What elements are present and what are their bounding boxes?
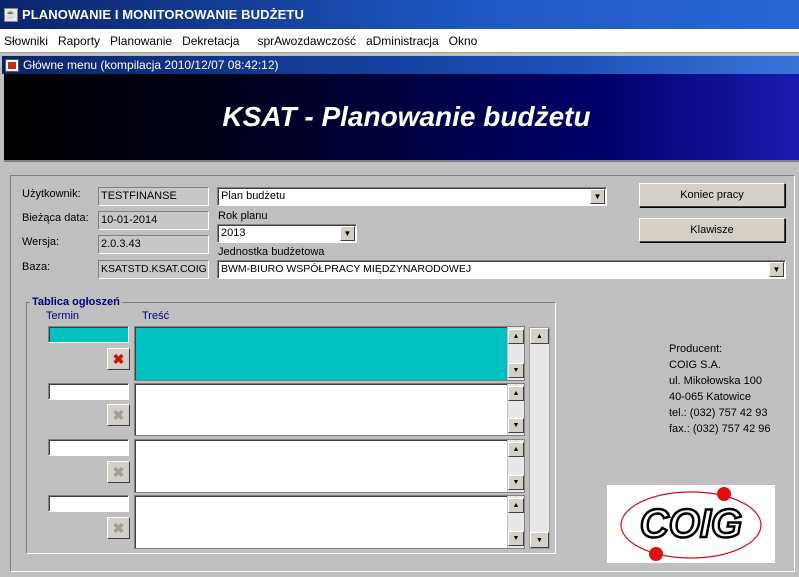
banner: KSAT - Planowanie budżetu bbox=[4, 74, 799, 160]
arrow-down-icon[interactable]: ▼ bbox=[508, 475, 524, 490]
delete-x-icon[interactable]: ✖ bbox=[107, 461, 130, 483]
banner-title: KSAT - Planowanie budżetu bbox=[222, 101, 591, 132]
notice-term-field[interactable] bbox=[48, 383, 129, 400]
notice-content-field[interactable]: ▲ ▼ bbox=[134, 439, 525, 493]
user-label: Użytkownik: bbox=[22, 188, 81, 200]
exit-button[interactable]: Koniec pracy bbox=[639, 183, 785, 207]
row-scrollbar[interactable]: ▲ ▼ bbox=[507, 327, 524, 380]
java-cup-icon: ☕ bbox=[4, 7, 18, 22]
notice-term-field[interactable] bbox=[48, 439, 129, 456]
delete-x-icon[interactable]: ✖ bbox=[107, 348, 130, 370]
chevron-down-icon[interactable]: ▼ bbox=[590, 189, 605, 204]
row-scrollbar[interactable]: ▲ ▼ bbox=[507, 440, 524, 492]
delete-x-icon[interactable]: ✖ bbox=[107, 404, 130, 426]
keys-button[interactable]: Klawisze bbox=[639, 218, 785, 242]
column-header-content: Treść bbox=[142, 310, 170, 322]
column-header-term: Termin bbox=[46, 310, 80, 322]
menu-slowniki[interactable]: Słowniki bbox=[4, 34, 48, 48]
database-label: Baza: bbox=[22, 261, 51, 273]
producer-line: 40-065 Katowice bbox=[669, 391, 751, 403]
producer-line: ul. Mikołowska 100 bbox=[669, 375, 762, 387]
arrow-down-icon[interactable]: ▼ bbox=[530, 532, 549, 548]
producer-line: COIG S.A. bbox=[669, 359, 721, 371]
chevron-down-icon[interactable]: ▼ bbox=[769, 262, 784, 277]
budget-unit-select[interactable]: BWM-BIURO WSPÓŁPRACY MIĘDZYNARODOWEJ ▼ bbox=[217, 260, 786, 279]
row-scrollbar[interactable]: ▲ ▼ bbox=[507, 384, 524, 435]
arrow-up-icon[interactable]: ▲ bbox=[508, 329, 524, 344]
menu-bar: Słowniki Raporty Planowanie Dekretacja s… bbox=[0, 29, 799, 53]
menu-okno[interactable]: Okno bbox=[449, 34, 478, 48]
window-title: PLANOWANIE I MONITOROWANIE BUDŻETU bbox=[22, 7, 304, 22]
producer-info: Producent: COIG S.A. ul. Mikołowska 100 … bbox=[669, 341, 771, 437]
menu-sprawozdawczosc[interactable]: sprAwozdawczość bbox=[257, 34, 355, 48]
arrow-down-icon[interactable]: ▼ bbox=[508, 418, 524, 433]
arrow-down-icon[interactable]: ▼ bbox=[508, 363, 524, 378]
user-field: TESTFINANSE bbox=[98, 187, 209, 206]
version-field: 2.0.3.43 bbox=[98, 235, 209, 254]
form-icon bbox=[5, 58, 19, 72]
inner-window-title: Główne menu (kompilacja 2010/12/07 08:42… bbox=[23, 58, 279, 72]
coig-logo: COIG bbox=[607, 485, 775, 563]
database-field: KSATSTD.KSAT.COIG bbox=[98, 260, 209, 279]
menu-planowanie[interactable]: Planowanie bbox=[110, 34, 172, 48]
producer-line: fax.: (032) 757 42 96 bbox=[669, 423, 771, 435]
year-label: Rok planu bbox=[218, 210, 268, 222]
notice-board-title: Tablica ogłoszeń bbox=[30, 296, 122, 308]
year-value: 2013 bbox=[221, 227, 246, 239]
arrow-down-icon[interactable]: ▼ bbox=[508, 531, 524, 546]
logo-text: COIG bbox=[640, 502, 742, 546]
arrow-up-icon[interactable]: ▲ bbox=[508, 442, 524, 457]
arrow-up-icon[interactable]: ▲ bbox=[508, 498, 524, 513]
menu-administracja[interactable]: aDministracja bbox=[366, 34, 439, 48]
producer-line: tel.: (032) 757 42 93 bbox=[669, 407, 768, 419]
notice-content-field[interactable]: ▲ ▼ bbox=[134, 326, 525, 381]
notice-board-scrollbar[interactable]: ▲ ▼ bbox=[529, 327, 550, 549]
row-scrollbar[interactable]: ▲ ▼ bbox=[507, 496, 524, 548]
plan-type-select[interactable]: Plan budżetu ▼ bbox=[217, 187, 607, 206]
chevron-down-icon[interactable]: ▼ bbox=[340, 226, 355, 241]
date-field: 10-01-2014 bbox=[98, 211, 209, 230]
version-label: Wersja: bbox=[22, 236, 60, 248]
delete-x-icon[interactable]: ✖ bbox=[107, 517, 130, 539]
unit-label: Jednostka budżetowa bbox=[218, 246, 325, 258]
date-label: Bieżąca data: bbox=[22, 212, 89, 224]
menu-raporty[interactable]: Raporty bbox=[58, 34, 100, 48]
inner-window-title-bar: Główne menu (kompilacja 2010/12/07 08:42… bbox=[2, 56, 799, 74]
title-bar: ☕ PLANOWANIE I MONITOROWANIE BUDŻETU bbox=[0, 0, 799, 29]
notice-term-field[interactable] bbox=[48, 495, 129, 512]
notice-content-field[interactable]: ▲ ▼ bbox=[134, 383, 525, 436]
arrow-up-icon[interactable]: ▲ bbox=[530, 328, 549, 344]
menu-dekretacja[interactable]: Dekretacja bbox=[182, 34, 239, 48]
producer-line: Producent: bbox=[669, 343, 723, 355]
notice-content-field[interactable]: ▲ ▼ bbox=[134, 495, 525, 549]
coig-logo-graphic: COIG bbox=[620, 487, 762, 561]
budget-unit-value: BWM-BIURO WSPÓŁPRACY MIĘDZYNARODOWEJ bbox=[221, 263, 472, 275]
arrow-up-icon[interactable]: ▲ bbox=[508, 386, 524, 401]
year-select[interactable]: 2013 ▼ bbox=[217, 224, 357, 243]
notice-term-field[interactable] bbox=[48, 326, 129, 343]
plan-type-value: Plan budżetu bbox=[221, 190, 286, 202]
